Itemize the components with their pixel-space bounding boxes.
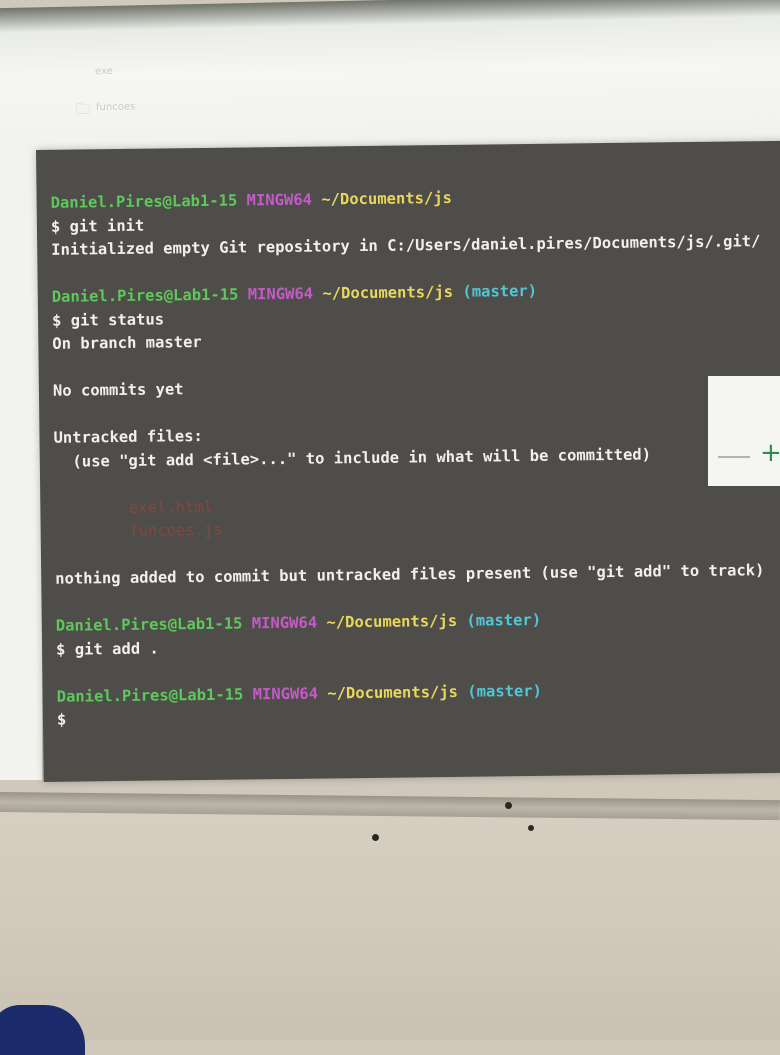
background-window-edge: [0, 150, 42, 780]
prompt-branch: (master): [462, 281, 538, 301]
folder-name[interactable]: funcoes: [96, 101, 135, 113]
prompt-env: MINGW64: [252, 684, 319, 703]
output-line: On branch master: [52, 332, 202, 353]
wall: [0, 800, 780, 1040]
output-line: (use "git add <file>..." to include in w…: [53, 445, 652, 471]
terminal-output: Daniel.Pires@Lab1-15 MINGW64 ~/Documents…: [51, 183, 780, 732]
prompt-branch: (master): [466, 610, 542, 630]
side-panel: +: [708, 376, 780, 486]
git-bash-terminal[interactable]: Daniel.Pires@Lab1-15 MINGW64 ~/Documents…: [36, 140, 780, 782]
prompt-path: ~/Documents/js: [327, 682, 459, 702]
untracked-file: exel.html: [54, 497, 214, 518]
command-line: $: [56, 710, 67, 729]
prompt-env: MINGW64: [251, 613, 318, 633]
side-panel-divider: [718, 456, 750, 458]
prompt-env: MINGW64: [246, 190, 313, 210]
wall-mark: [372, 834, 379, 841]
prompt-user: Daniel.Pires@Lab1-15: [55, 614, 243, 635]
plus-icon[interactable]: +: [760, 438, 780, 468]
folder-icon: 🗀: [76, 101, 90, 118]
file-name[interactable]: exe: [95, 66, 113, 77]
prompt-path: ~/Documents/js: [322, 282, 454, 303]
prompt-user: Daniel.Pires@Lab1-15: [56, 685, 244, 706]
output-line: No commits yet: [52, 380, 184, 400]
prompt-user: Daniel.Pires@Lab1-15: [50, 191, 238, 212]
prompt-path: ~/Documents/js: [321, 188, 453, 209]
output-line: Untracked files:: [53, 426, 203, 447]
frame-screw: [505, 802, 512, 809]
prompt-env: MINGW64: [247, 284, 314, 304]
command-line: $ git status: [51, 309, 165, 330]
prompt-user: Daniel.Pires@Lab1-15: [51, 285, 239, 306]
prompt-path: ~/Documents/js: [326, 611, 458, 632]
prompt-branch: (master): [467, 681, 543, 701]
command-line: $ git add .: [55, 639, 159, 659]
command-line: $ git init: [50, 216, 145, 236]
untracked-file: funcoes.js: [54, 520, 223, 541]
wall-mark: [528, 825, 534, 831]
